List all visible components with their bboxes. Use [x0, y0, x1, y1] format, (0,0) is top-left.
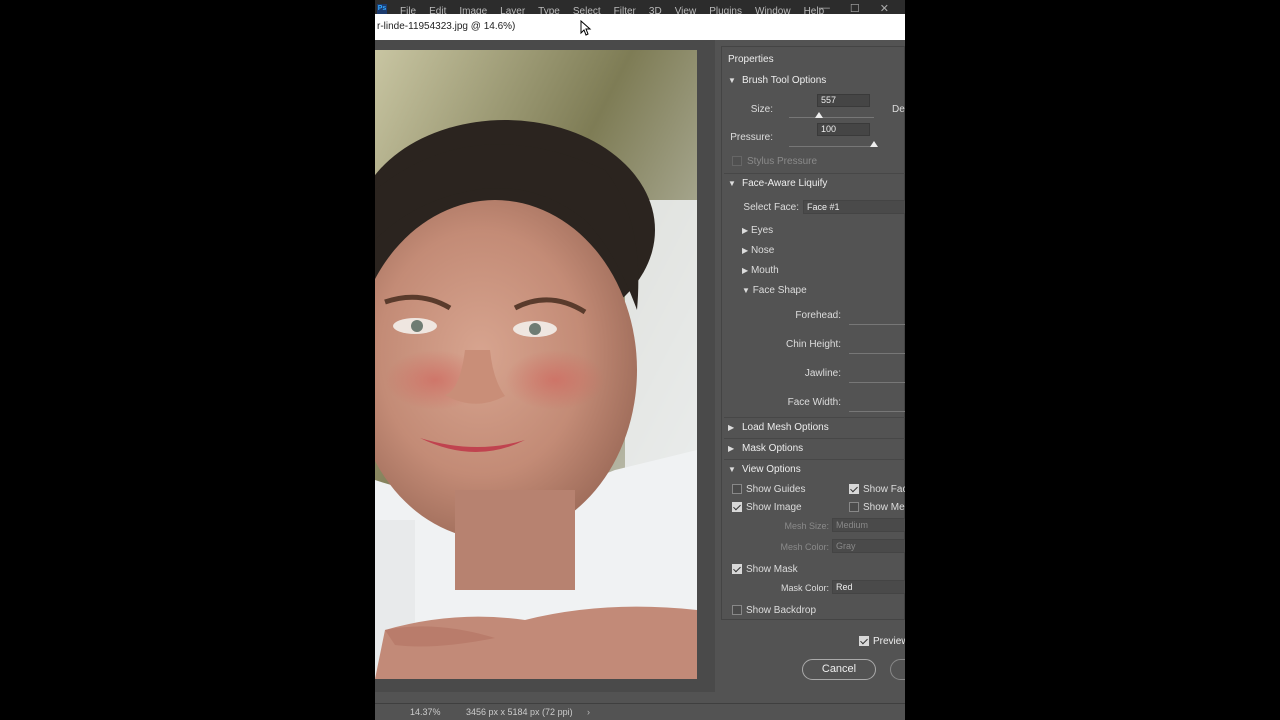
- properties-panel: Properties ▼ Brush Tool Options Size: 557…: [721, 46, 905, 620]
- show-face-label: Show Face: [863, 484, 905, 495]
- menu-item-layer[interactable]: Layer: [500, 6, 525, 14]
- forehead-label: Forehead:: [795, 310, 841, 321]
- triangle-right-icon: ▶: [728, 444, 735, 453]
- mesh-size-dropdown[interactable]: Medium: [832, 518, 905, 532]
- face-shape-group[interactable]: ▼ Face Shape: [742, 285, 807, 296]
- mouth-group[interactable]: ▶ Mouth: [742, 265, 779, 276]
- show-image-label: Show Image: [746, 502, 802, 513]
- triangle-down-icon: ▼: [728, 179, 736, 188]
- show-guides-label: Show Guides: [746, 484, 806, 495]
- menu-item-3d[interactable]: 3D: [649, 6, 662, 14]
- select-face-label: Select Face:: [743, 202, 799, 213]
- menu-bar: Ps File Edit Image Layer Type Select Filter 3D V…: [375, 0, 905, 14]
- mask-color-label: Mask Color:: [780, 583, 829, 593]
- jawline-slider[interactable]: [849, 382, 905, 383]
- triangle-right-icon: ▶: [742, 266, 749, 275]
- preview-checkbox[interactable]: [859, 636, 869, 646]
- mask-options-header[interactable]: ▶ Mask Options: [724, 438, 905, 458]
- menu-item-type[interactable]: Type: [538, 6, 560, 14]
- menu-item-filter[interactable]: Filter: [614, 6, 636, 14]
- eyes-group[interactable]: ▶ Eyes: [742, 225, 773, 236]
- show-mesh-checkbox[interactable]: [849, 502, 859, 512]
- show-mask-checkbox[interactable]: [732, 564, 742, 574]
- triangle-right-icon: ▶: [742, 226, 749, 235]
- face-width-slider[interactable]: [849, 411, 905, 412]
- dialog-title-bar: r-linde-11954323.jpg @ 14.6%): [375, 14, 905, 40]
- mesh-color-dropdown[interactable]: Gray: [832, 539, 905, 553]
- window-controls: — ☐ ✕: [819, 2, 889, 14]
- status-menu-arrow-icon[interactable]: ›: [587, 704, 590, 720]
- close-icon[interactable]: ✕: [880, 2, 889, 14]
- size-slider-thumb[interactable]: [814, 112, 823, 118]
- maximize-icon[interactable]: ☐: [850, 2, 860, 14]
- mouse-cursor-icon: [580, 20, 592, 36]
- stylus-pressure-label: Stylus Pressure: [747, 156, 818, 167]
- pressure-field[interactable]: 100: [817, 123, 870, 136]
- face-aware-liquify-header[interactable]: ▼ Face-Aware Liquify: [724, 173, 905, 193]
- pressure-slider[interactable]: [789, 146, 874, 147]
- menu-item-file[interactable]: File: [400, 6, 416, 14]
- nose-group[interactable]: ▶ Nose: [742, 245, 774, 256]
- triangle-down-icon: ▼: [742, 286, 750, 295]
- menu-item-window[interactable]: Window: [755, 6, 791, 14]
- show-backdrop-checkbox[interactable]: [732, 605, 742, 615]
- minimize-icon[interactable]: —: [819, 2, 830, 14]
- menu-item-select[interactable]: Select: [573, 6, 601, 14]
- photoshop-liquify-window: Ps File Edit Image Layer Type Select Filter 3D V…: [375, 0, 905, 720]
- mesh-color-label: Mesh Color:: [780, 542, 829, 552]
- panel-title: Properties: [728, 54, 774, 65]
- portrait-photo[interactable]: [375, 50, 697, 679]
- triangle-down-icon: ▼: [728, 465, 736, 474]
- preview-label: Preview: [873, 636, 905, 647]
- triangle-right-icon: ▶: [728, 423, 735, 432]
- mask-color-dropdown[interactable]: Red: [832, 580, 905, 594]
- load-mesh-options-header[interactable]: ▶ Load Mesh Options: [724, 417, 905, 437]
- size-slider[interactable]: [789, 117, 874, 118]
- show-image-checkbox[interactable]: [732, 502, 742, 512]
- ok-button[interactable]: [890, 659, 905, 680]
- show-guides-checkbox[interactable]: [732, 484, 742, 494]
- portrait-image: [375, 50, 697, 679]
- chin-height-label: Chin Height:: [785, 339, 841, 350]
- brush-tool-options-header[interactable]: ▼ Brush Tool Options: [724, 71, 905, 91]
- menu-item-plugins[interactable]: Plugins: [709, 6, 742, 14]
- show-mask-label: Show Mask: [746, 564, 798, 575]
- canvas-area[interactable]: [375, 40, 715, 692]
- chin-height-slider[interactable]: [849, 353, 905, 354]
- dialog-title: r-linde-11954323.jpg @ 14.6%): [377, 21, 516, 32]
- show-backdrop-label: Show Backdrop: [746, 605, 817, 616]
- status-bar: 14.37% 3456 px x 5184 px (72 ppi) ›: [375, 703, 905, 720]
- pressure-slider-thumb[interactable]: [870, 141, 878, 147]
- view-options-header[interactable]: ▼ View Options: [724, 459, 905, 479]
- cancel-button[interactable]: Cancel: [802, 659, 876, 680]
- menu-item-edit[interactable]: Edit: [429, 6, 446, 14]
- forehead-slider[interactable]: [849, 324, 905, 325]
- select-face-dropdown[interactable]: Face #1: [803, 200, 905, 214]
- triangle-down-icon: ▼: [728, 76, 736, 85]
- menu-items: File Edit Image Layer Type Select Filter 3D View…: [400, 6, 824, 14]
- face-width-label: Face Width:: [787, 397, 841, 408]
- size-label: Size:: [750, 104, 773, 115]
- pressure-label: Pressure:: [730, 132, 773, 143]
- photoshop-logo-icon: Ps: [377, 4, 387, 14]
- triangle-right-icon: ▶: [742, 246, 749, 255]
- menu-item-image[interactable]: Image: [459, 6, 487, 14]
- show-face-overlay-checkbox[interactable]: [849, 484, 859, 494]
- mesh-size-label: Mesh Size:: [784, 521, 829, 531]
- density-label: De: [892, 104, 905, 115]
- show-mesh-label: Show Mesh: [863, 502, 905, 513]
- zoom-level[interactable]: 14.37%: [410, 704, 441, 720]
- stylus-pressure-checkbox[interactable]: [732, 156, 742, 166]
- jawline-label: Jawline:: [804, 368, 841, 379]
- size-field[interactable]: 557: [817, 94, 870, 107]
- menu-item-view[interactable]: View: [675, 6, 697, 14]
- document-size: 3456 px x 5184 px (72 ppi): [466, 707, 573, 717]
